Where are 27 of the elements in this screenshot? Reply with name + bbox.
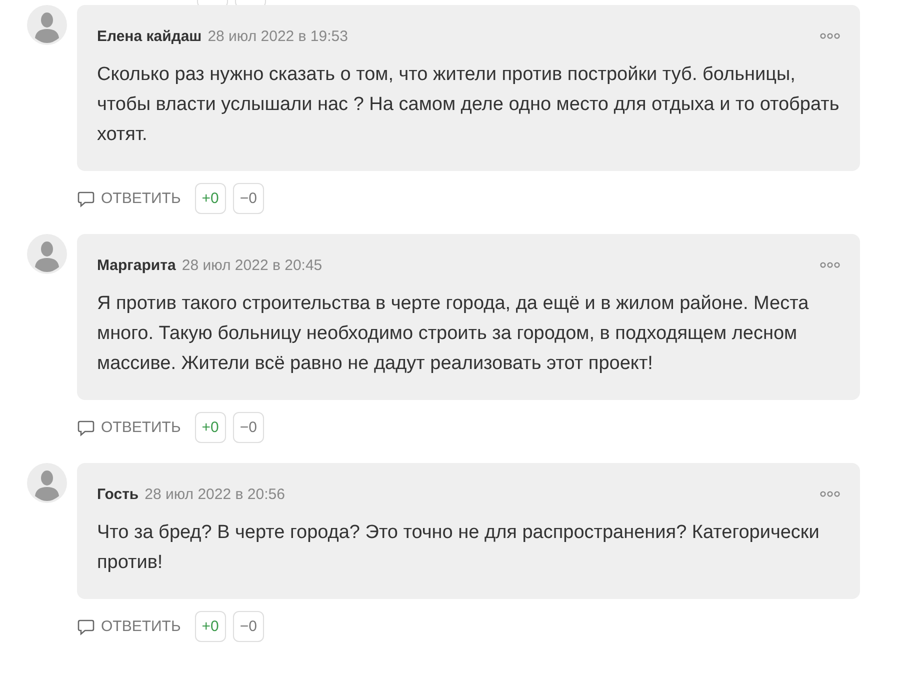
upvote-button[interactable]: +0: [194, 183, 226, 214]
reply-button[interactable]: ОТВЕТИТЬ: [77, 190, 181, 208]
comment-date: 28 июл 2022 в 19:53: [208, 28, 348, 44]
reply-button[interactable]: ОТВЕТИТЬ: [77, 418, 181, 436]
author-name[interactable]: Гость: [97, 486, 139, 502]
downvote-button[interactable]: −0: [232, 183, 264, 214]
more-icon[interactable]: [820, 491, 840, 497]
speech-bubble-icon: [77, 618, 95, 636]
author-name[interactable]: Маргарита: [97, 256, 176, 274]
upvote-button[interactable]: +0: [194, 611, 226, 642]
speech-bubble-icon: [77, 418, 95, 436]
upvote-button[interactable]: +0: [194, 412, 226, 443]
reply-button[interactable]: ОТВЕТИТЬ: [77, 618, 181, 636]
comment-text: Сколько раз нужно сказать о том, что жители против постройки туб. больницы, чтобы власти услышали нас ? На самом деле одно место для отдыха и то отобрать хотят.: [97, 63, 840, 147]
comment-text: Что за бред? В черте города? Это точно не для распространения? Категорически против!: [97, 521, 820, 575]
avatar-icon: [27, 5, 67, 45]
comment-text: Я против такого строительства в черте города, да ещё и в жилом районе. Места много. Такую больницу необходимо строить за городом, в подходящем лесном массиве. Жители всё равно не дадут реализовать этот проект!: [97, 292, 810, 376]
speech-bubble-icon: [77, 190, 95, 208]
author-name[interactable]: Елена кайдаш: [97, 28, 202, 44]
more-icon[interactable]: [820, 262, 840, 268]
comment-date: 28 июл 2022 в 20:45: [182, 256, 322, 274]
avatar-icon: [27, 234, 67, 274]
more-icon[interactable]: [820, 33, 840, 39]
comment-date: 28 июл 2022 в 20:56: [144, 486, 285, 502]
downvote-button[interactable]: −0: [232, 412, 264, 443]
downvote-button[interactable]: −0: [232, 611, 264, 642]
avatar-icon: [27, 463, 67, 503]
